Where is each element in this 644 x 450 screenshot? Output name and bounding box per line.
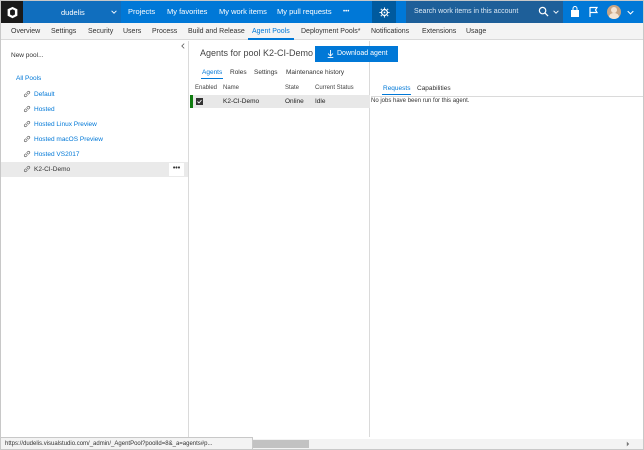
agent-current-status: Idle	[315, 98, 326, 105]
tab-usage[interactable]: Usage	[466, 23, 486, 40]
column-header-state[interactable]: State	[285, 85, 299, 91]
scroll-right-arrow-icon[interactable]	[625, 441, 631, 447]
pool-label: Hosted Linux Preview	[34, 121, 97, 128]
online-indicator	[190, 95, 193, 108]
status-url: https://dudelis.visualstudio.com/_admin/…	[5, 441, 213, 447]
link-icon	[23, 150, 31, 158]
empty-requests-message: No jobs have been run for this agent.	[371, 98, 470, 104]
page-title: Agents for pool K2-CI-Demo	[200, 48, 314, 58]
user-avatar[interactable]	[607, 5, 621, 19]
link-icon	[23, 90, 31, 98]
pool-item-default[interactable]: Default	[1, 87, 188, 102]
agent-state: Online	[285, 98, 304, 105]
download-agent-button[interactable]: Download agent	[315, 46, 398, 62]
tab-agents[interactable]: Agents	[200, 69, 224, 79]
chevron-down-icon	[111, 10, 117, 14]
download-agent-label: Download agent	[337, 50, 388, 57]
tab-users[interactable]: Users	[123, 23, 141, 40]
tab-settings[interactable]: Settings	[51, 23, 76, 40]
tab-notifications[interactable]: Notifications	[371, 23, 409, 40]
tab-deployment-pools[interactable]: Deployment Pools*	[301, 23, 361, 40]
pool-item-hosted[interactable]: Hosted	[1, 102, 188, 117]
search-options-chevron-icon[interactable]	[553, 9, 559, 15]
pool-label: Hosted macOS Preview	[34, 136, 103, 143]
enabled-checkbox[interactable]	[196, 98, 203, 105]
marketplace-bag-icon[interactable]	[569, 6, 581, 18]
column-header-name[interactable]: Name	[223, 85, 239, 91]
account-switcher[interactable]: dudelis	[23, 1, 121, 23]
nav-my-pull-requests[interactable]: My pull requests	[277, 1, 332, 23]
download-icon	[327, 50, 334, 58]
avatar-chevron-down-icon[interactable]	[627, 9, 634, 16]
agent-detail-panel: Requests Capabilities No jobs have been …	[371, 41, 643, 437]
nav-projects[interactable]: Projects	[128, 1, 155, 23]
nav-my-favorites[interactable]: My favorites	[167, 1, 207, 23]
tab-process[interactable]: Process	[152, 23, 177, 40]
link-icon	[23, 120, 31, 128]
tab-extensions[interactable]: Extensions	[422, 23, 456, 40]
tab-roles[interactable]: Roles	[230, 69, 247, 76]
vsts-logo[interactable]	[1, 1, 23, 23]
search-placeholder: Search work items in this account	[414, 8, 519, 15]
vsts-logo-icon	[7, 6, 17, 18]
browser-status-bar: https://dudelis.visualstudio.com/_admin/…	[1, 437, 253, 449]
tab-requests[interactable]: Requests	[381, 85, 412, 95]
scrollbar-thumb[interactable]	[253, 440, 309, 448]
settings-gear-button[interactable]	[372, 1, 396, 23]
pool-label: Hosted VS2017	[34, 151, 80, 158]
table-row[interactable]: K2-CI-Demo Online Idle	[190, 95, 370, 108]
tab-build-and-release[interactable]: Build and Release	[188, 23, 245, 40]
gear-icon	[378, 6, 390, 18]
link-icon	[23, 135, 31, 143]
feedback-flag-icon[interactable]	[588, 6, 600, 18]
tab-security[interactable]: Security	[88, 23, 113, 40]
divider	[371, 96, 643, 97]
pool-label: Default	[34, 91, 55, 98]
column-header-enabled[interactable]: Enabled	[195, 85, 217, 91]
column-header-current-status[interactable]: Current Status	[315, 85, 354, 91]
link-icon	[23, 105, 31, 113]
pool-item-hosted-vs2017[interactable]: Hosted VS2017	[1, 147, 188, 162]
tab-pool-settings[interactable]: Settings	[254, 69, 278, 76]
horizontal-scrollbar[interactable]	[253, 439, 643, 449]
pool-more-actions-button[interactable]: •••	[169, 163, 184, 176]
all-pools-link[interactable]: All Pools	[16, 75, 41, 82]
account-name: dudelis	[61, 7, 85, 17]
top-header: dudelis Projects My favorites My work it…	[1, 1, 643, 23]
pool-label: Hosted	[34, 106, 55, 113]
pools-sidebar: New pool... All Pools Default Hosted Hos…	[1, 41, 189, 437]
window: dudelis Projects My favorites My work it…	[0, 0, 644, 450]
tab-maintenance-history[interactable]: Maintenance history	[286, 69, 344, 76]
nav-my-work-items[interactable]: My work items	[219, 1, 267, 23]
nav-more-button[interactable]: •••	[343, 1, 349, 23]
pool-item-k2-ci-demo[interactable]: K2-CI-Demo •••	[1, 162, 188, 177]
search-icon[interactable]	[538, 6, 549, 17]
pool-item-hosted-linux-preview[interactable]: Hosted Linux Preview	[1, 117, 188, 132]
pool-label: K2-CI-Demo	[34, 166, 71, 173]
tab-agent-pools[interactable]: Agent Pools	[248, 23, 294, 40]
agents-panel: Agents for pool K2-CI-Demo Download agen…	[190, 41, 398, 437]
pool-item-hosted-macos-preview[interactable]: Hosted macOS Preview	[1, 132, 188, 147]
tab-capabilities[interactable]: Capabilities	[417, 85, 451, 92]
link-icon	[23, 165, 31, 173]
admin-tabs: Overview Settings Security Users Process…	[1, 23, 643, 40]
checkmark-icon	[197, 99, 202, 104]
new-pool-button[interactable]: New pool...	[11, 52, 44, 59]
collapse-panel-chevron-icon[interactable]	[180, 43, 186, 49]
agent-name: K2-CI-Demo	[223, 98, 260, 105]
work-item-search[interactable]: Search work items in this account	[406, 1, 563, 23]
tab-overview[interactable]: Overview	[11, 23, 40, 40]
